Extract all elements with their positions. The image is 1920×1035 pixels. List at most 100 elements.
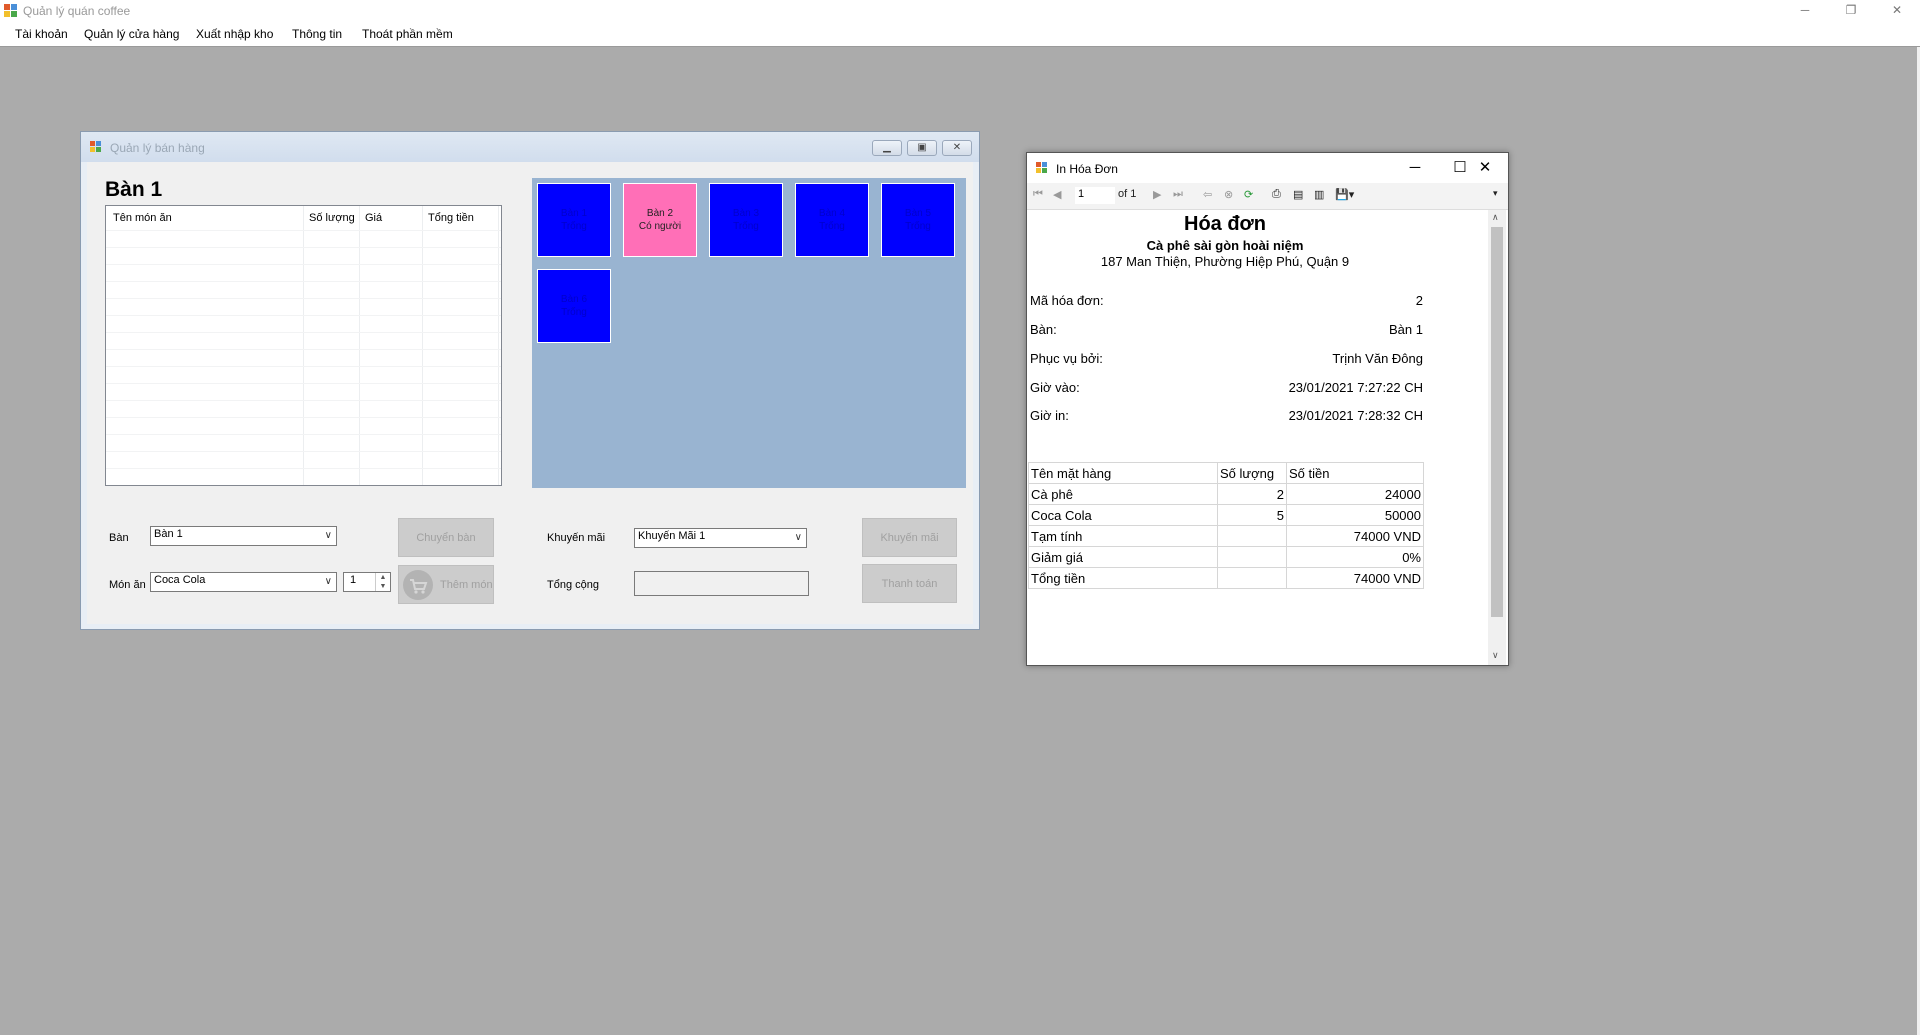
table-row: Coca Cola 5 50000	[1028, 504, 1424, 526]
col-so-luong: Số lượng	[1217, 462, 1287, 484]
table-status: Trống	[819, 221, 845, 232]
table-button-ban-1[interactable]: Bàn 1 Trống	[537, 183, 611, 257]
last-page-icon[interactable]: ⏭	[1173, 188, 1183, 201]
shop-address: 187 Man Thiện, Phường Hiệp Phú, Quận 9	[1100, 254, 1350, 269]
item-name: Cà phê	[1028, 483, 1218, 505]
grid-row-line	[106, 298, 501, 299]
summary-spacer	[1217, 567, 1287, 589]
table-status: Trống	[561, 307, 587, 318]
sales-window-body: Bàn 1 Tên món ăn Số lượng Giá Tổng tiền	[87, 162, 973, 624]
item-name: Coca Cola	[1028, 504, 1218, 526]
current-table-title: Bàn 1	[105, 178, 163, 201]
menu-tai-khoan[interactable]: Tài khoản	[15, 27, 68, 41]
invoice-close-button[interactable]: ✕	[1465, 157, 1505, 179]
chuyen-ban-button[interactable]: Chuyển bàn	[398, 518, 494, 557]
grid-row-line	[106, 264, 501, 265]
khuyen-mai-select[interactable]: Khuyến Mãi 1 ∨	[634, 528, 807, 548]
col-gia[interactable]: Giá	[365, 212, 382, 224]
scroll-down-icon[interactable]: ∨	[1492, 650, 1499, 661]
summary-label: Giảm giá	[1028, 546, 1218, 568]
scrollbar-thumb[interactable]	[1491, 227, 1503, 617]
summary-row: Tạm tính 74000 VND	[1028, 525, 1424, 547]
sales-close-button[interactable]: ✕	[942, 140, 972, 156]
previous-page-icon[interactable]: ◀	[1053, 188, 1061, 201]
tong-cong-field[interactable]	[634, 571, 809, 596]
table-button-ban-5[interactable]: Bàn 5 Trống	[881, 183, 955, 257]
invoice-title: Hóa đơn	[1184, 213, 1266, 235]
sales-restore-button[interactable]: ▣	[907, 140, 937, 156]
table-name: Bàn 3	[732, 208, 760, 219]
item-qty: 2	[1217, 483, 1287, 505]
grid-row-line	[106, 417, 501, 418]
table-button-ban-3[interactable]: Bàn 3 Trống	[709, 183, 783, 257]
ban-label: Bàn	[109, 532, 129, 544]
grid-row-line	[106, 366, 501, 367]
summary-value: 74000 VND	[1286, 525, 1424, 547]
menu-thong-tin[interactable]: Thông tin	[292, 27, 342, 41]
stop-icon[interactable]: ⊗	[1224, 188, 1233, 201]
summary-spacer	[1217, 525, 1287, 547]
quantity-value: 1	[350, 574, 357, 586]
table-button-ban-2[interactable]: Bàn 2 Có người	[623, 183, 697, 257]
close-button[interactable]: ✕	[1874, 0, 1920, 22]
table-name: Bàn 4	[818, 208, 846, 219]
them-mon-button[interactable]: Thêm món	[398, 565, 494, 604]
cart-icon	[403, 569, 433, 600]
sales-window-titlebar[interactable]: Quản lý bán hàng ▁ ▣ ✕	[81, 132, 979, 162]
summary-row: Tổng tiền 74000 VND	[1028, 567, 1424, 589]
sales-window-title: Quản lý bán hàng	[110, 141, 205, 155]
summary-value: 74000 VND	[1286, 567, 1424, 589]
grid-row-line	[106, 315, 501, 316]
refresh-icon[interactable]: ⟳	[1244, 188, 1253, 201]
page-setup-icon[interactable]: ▥	[1314, 188, 1324, 201]
summary-row: Giảm giá 0%	[1028, 546, 1424, 568]
mon-an-select[interactable]: Coca Cola ∨	[150, 572, 337, 592]
table-button-ban-6[interactable]: Bàn 6 Trống	[537, 269, 611, 343]
summary-value: 0%	[1286, 546, 1424, 568]
first-page-icon[interactable]: ⏮	[1033, 188, 1043, 201]
invoice-window-titlebar[interactable]: In Hóa Đơn ─ ☐ ✕	[1027, 153, 1508, 183]
khuyen-mai-label: Khuyến mãi	[547, 532, 606, 544]
restore-button[interactable]: ❐	[1828, 0, 1874, 22]
field-value: 2	[1415, 293, 1423, 308]
sales-window: Quản lý bán hàng ▁ ▣ ✕ Bàn 1 Tên món ăn …	[80, 131, 980, 630]
print-layout-icon[interactable]: ▤	[1293, 188, 1303, 201]
ban-select[interactable]: Bàn 1 ∨	[150, 526, 337, 546]
menu-thoat-phan-mem[interactable]: Thoát phần mềm	[362, 27, 453, 41]
col-so-luong[interactable]: Số lượng	[309, 212, 355, 224]
order-list[interactable]: Tên món ăn Số lượng Giá Tổng tiền	[105, 205, 502, 486]
mon-an-label: Món ăn	[109, 579, 146, 591]
menu-quan-ly-cua-hang[interactable]: Quản lý cửa hàng	[84, 27, 179, 41]
toolbar-overflow-icon[interactable]: ▾	[1493, 188, 1498, 199]
grid-row-line	[106, 400, 501, 401]
khuyen-mai-button[interactable]: Khuyến mãi	[862, 518, 957, 557]
col-tong-tien[interactable]: Tổng tiền	[428, 212, 474, 224]
field-label: Giờ in:	[1030, 408, 1069, 423]
minimize-button[interactable]: ─	[1782, 0, 1828, 22]
spin-arrows-icon[interactable]: ▲ ▼	[375, 573, 390, 591]
tables-panel: Bàn 1 Trống Bàn 2 Có người Bàn 3 Trống B…	[532, 178, 966, 488]
print-icon[interactable]: ⎙	[1272, 188, 1281, 201]
table-status: Trống	[733, 221, 759, 232]
ban-select-value: Bàn 1	[154, 528, 183, 540]
table-button-ban-4[interactable]: Bàn 4 Trống	[795, 183, 869, 257]
invoice-minimize-button[interactable]: ─	[1395, 157, 1435, 179]
quantity-stepper[interactable]: 1 ▲ ▼	[343, 572, 391, 592]
chevron-down-icon: ∨	[324, 530, 332, 541]
table-status: Có người	[638, 221, 682, 232]
page-number-input[interactable]: 1	[1075, 187, 1115, 204]
report-scrollbar[interactable]: ∧ ∨	[1488, 210, 1506, 665]
menu-xuat-nhap-kho[interactable]: Xuất nhập kho	[196, 27, 273, 41]
table-header-row: Tên mặt hàng Số lượng Số tiền	[1028, 462, 1424, 484]
next-page-icon[interactable]: ▶	[1153, 188, 1161, 201]
col-ten-mon-an[interactable]: Tên món ăn	[113, 212, 172, 224]
back-icon[interactable]: ⇦	[1203, 188, 1212, 201]
thanh-toan-button[interactable]: Thanh toán	[862, 564, 957, 603]
scroll-up-icon[interactable]: ∧	[1492, 212, 1499, 223]
window-icon	[1036, 162, 1047, 173]
table-name: Bàn 6	[560, 294, 588, 305]
them-mon-label: Thêm món	[440, 578, 493, 591]
page-count: of 1	[1118, 188, 1137, 200]
sales-minimize-button[interactable]: ▁	[872, 140, 902, 156]
export-icon[interactable]: 💾▾	[1335, 188, 1354, 201]
